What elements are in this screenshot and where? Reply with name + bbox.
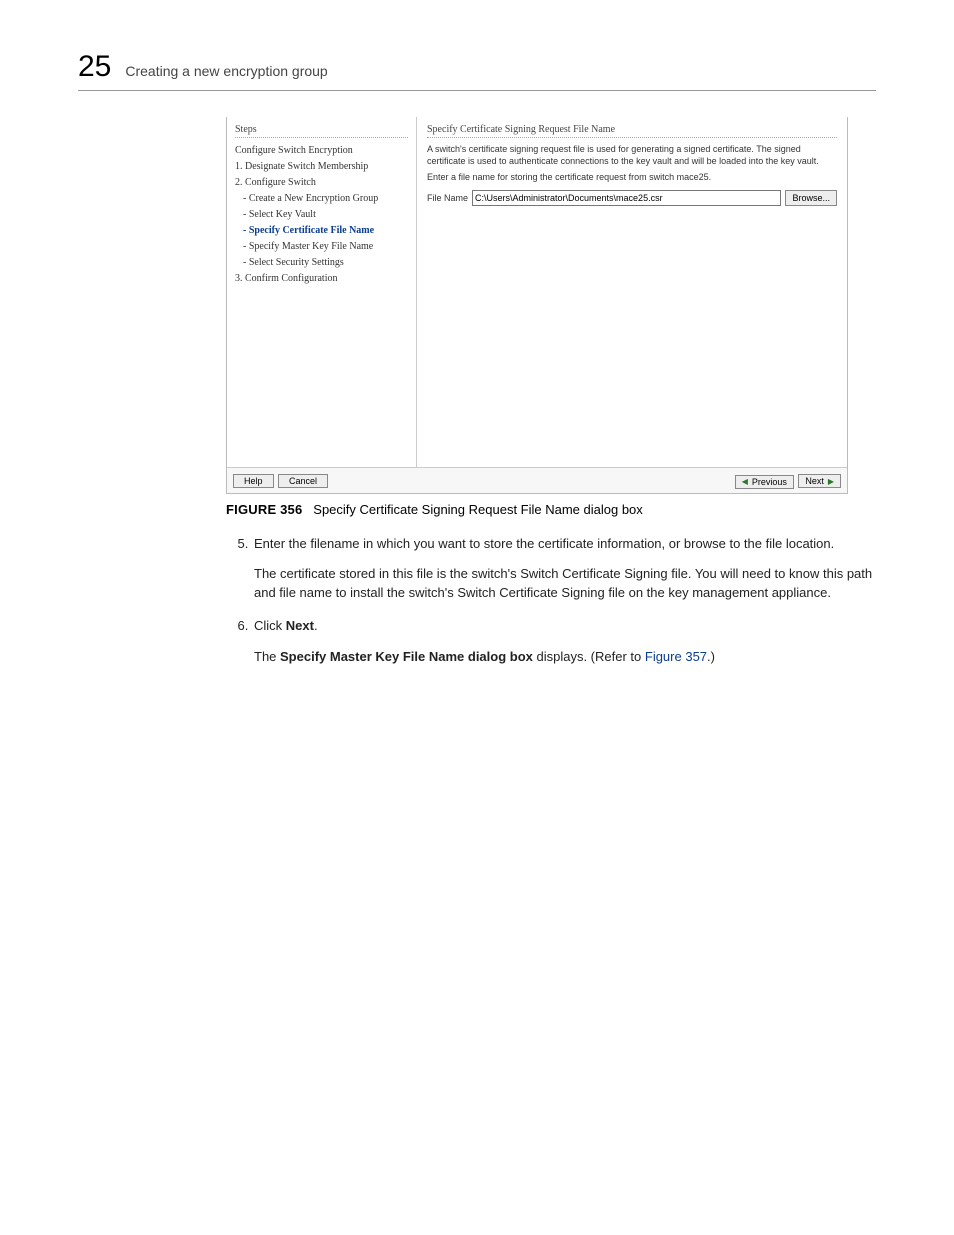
step-6-result-middle: displays. (Refer to (533, 649, 645, 664)
chapter-number: 25 (78, 50, 111, 84)
browse-button[interactable]: Browse... (785, 190, 837, 206)
step-5: Enter the filename in which you want to … (252, 535, 876, 604)
substep-specify-cert-file: - Specify Certificate File Name (243, 226, 408, 236)
substep-specify-master-key: - Specify Master Key File Name (243, 242, 408, 252)
wizard-footer: Help Cancel ◀ Previous Next ▶ (227, 467, 847, 493)
step-6: Click Next. The Specify Master Key File … (252, 617, 876, 667)
help-button[interactable]: Help (233, 474, 274, 488)
step-6-result-prefix: The (254, 649, 280, 664)
wizard-main-pane: Specify Certificate Signing Request File… (417, 117, 847, 467)
step-5-note: The certificate stored in this file is t… (254, 565, 876, 603)
steps-section: Configure Switch Encryption (235, 146, 408, 156)
wizard-description-2: Enter a file name for storing the certif… (427, 173, 837, 182)
previous-button-label: Previous (752, 477, 787, 487)
procedure-steps: Enter the filename in which you want to … (226, 535, 876, 667)
step-2: 2. Configure Switch (235, 178, 408, 188)
substep-create-group: - Create a New Encryption Group (243, 194, 408, 204)
step-6-result: The Specify Master Key File Name dialog … (254, 648, 876, 667)
next-button-label: Next (805, 476, 824, 486)
figure-label: FIGURE 356 (226, 502, 302, 517)
step-1: 1. Designate Switch Membership (235, 162, 408, 172)
step-6-result-bold: Specify Master Key File Name dialog box (280, 649, 533, 664)
step-6-prefix: Click (254, 618, 286, 633)
next-button[interactable]: Next ▶ (798, 474, 841, 488)
steps-heading: Steps (235, 125, 408, 138)
cancel-button[interactable]: Cancel (278, 474, 328, 488)
page-header: 25 Creating a new encryption group (78, 50, 876, 91)
step-6-next: Next (286, 618, 314, 633)
figure-caption: FIGURE 356 Specify Certificate Signing R… (226, 502, 876, 517)
wizard-page-title: Specify Certificate Signing Request File… (427, 125, 837, 138)
filename-input[interactable] (472, 190, 781, 206)
substep-select-key-vault: - Select Key Vault (243, 210, 408, 220)
step-5-text: Enter the filename in which you want to … (254, 536, 834, 551)
step-6-result-suffix: .) (707, 649, 715, 664)
chapter-title: Creating a new encryption group (125, 63, 327, 79)
wizard-description-1: A switch's certificate signing request f… (427, 144, 837, 167)
wizard-dialog: Steps Configure Switch Encryption 1. Des… (226, 117, 848, 494)
step-3: 3. Confirm Configuration (235, 274, 408, 284)
chevron-left-icon: ◀ (742, 477, 748, 486)
wizard-steps-pane: Steps Configure Switch Encryption 1. Des… (227, 117, 417, 467)
substep-security-settings: - Select Security Settings (243, 258, 408, 268)
chevron-right-icon: ▶ (828, 477, 834, 486)
figure-357-link[interactable]: Figure 357 (645, 649, 707, 664)
previous-button[interactable]: ◀ Previous (735, 475, 794, 489)
figure-caption-text: Specify Certificate Signing Request File… (313, 502, 643, 517)
step-6-suffix: . (314, 618, 318, 633)
filename-label: File Name (427, 194, 468, 203)
